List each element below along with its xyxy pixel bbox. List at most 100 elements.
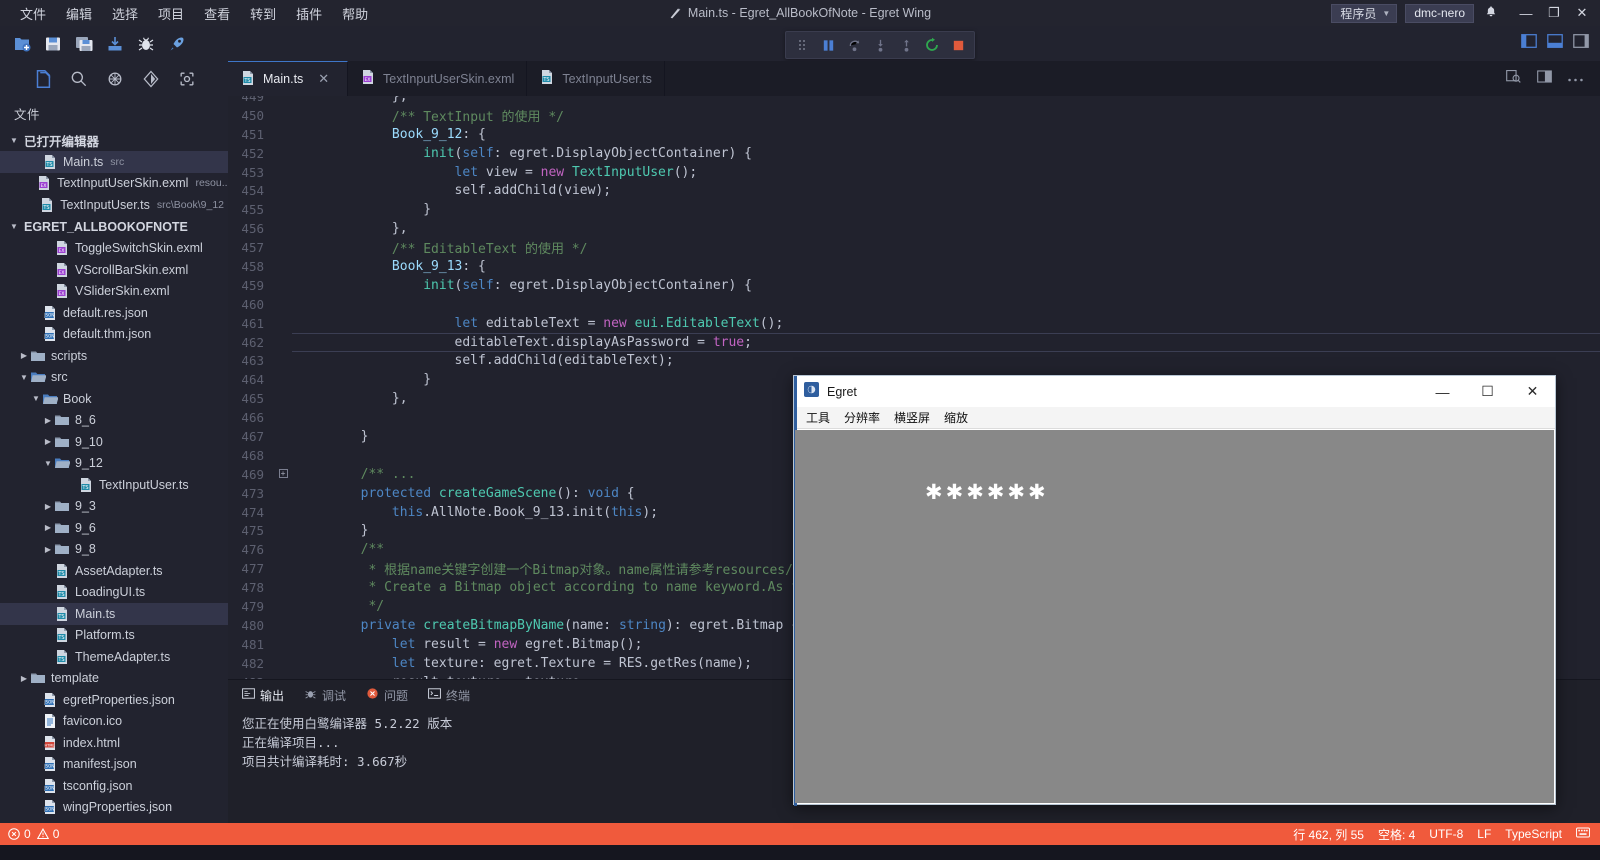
close-button[interactable]: ✕ bbox=[1568, 0, 1596, 26]
step-over-icon[interactable] bbox=[842, 34, 866, 56]
minimize-button[interactable]: — bbox=[1512, 0, 1540, 26]
keyboard-icon[interactable] bbox=[1576, 827, 1590, 841]
error-count[interactable]: 0 bbox=[8, 827, 31, 841]
egret-menu-item-0[interactable]: 工具 bbox=[800, 407, 836, 428]
menu-item-5[interactable]: 转到 bbox=[240, 1, 286, 26]
tree-file[interactable]: ▶EXTextInputUserSkin.exmlresou... bbox=[0, 173, 228, 195]
tree-file[interactable]: ▶TSMain.ts bbox=[0, 603, 228, 625]
tree-file[interactable]: ▶HTMLindex.html bbox=[0, 732, 228, 754]
toggle-right-sidebar-icon[interactable] bbox=[1572, 32, 1590, 55]
notification-bell-icon[interactable] bbox=[1484, 5, 1498, 22]
extensions-icon[interactable] bbox=[102, 66, 128, 92]
warning-count[interactable]: 0 bbox=[36, 827, 59, 841]
tree-file[interactable]: ▶TSLoadingUI.ts bbox=[0, 582, 228, 604]
tree-file[interactable]: ▶JSONegretProperties.json bbox=[0, 689, 228, 711]
tree-file[interactable]: ▶EXToggleSwitchSkin.exml bbox=[0, 238, 228, 260]
menu-item-3[interactable]: 项目 bbox=[148, 1, 194, 26]
new-file-icon[interactable] bbox=[8, 30, 36, 58]
egret-menu-item-2[interactable]: 横竖屏 bbox=[888, 407, 936, 428]
tree-file[interactable]: ▶TSTextInputUser.ts bbox=[0, 474, 228, 496]
search-icon[interactable] bbox=[66, 66, 92, 92]
eol-setting[interactable]: LF bbox=[1477, 827, 1491, 841]
user-badge[interactable]: dmc-nero bbox=[1405, 3, 1474, 23]
tree-folder[interactable]: ▶ 9_8 bbox=[0, 539, 228, 561]
tree-file[interactable]: ▶EXVSliderSkin.exml bbox=[0, 281, 228, 303]
tree-section-0[interactable]: ▼ 已打开编辑器 bbox=[0, 129, 228, 151]
step-out-icon[interactable] bbox=[894, 34, 918, 56]
menu-item-2[interactable]: 选择 bbox=[102, 1, 148, 26]
editor-tab-2[interactable]: TS TextInputUser.ts bbox=[527, 61, 665, 96]
tree-file[interactable]: ▶JSONdefault.thm.json bbox=[0, 324, 228, 346]
more-actions-icon[interactable] bbox=[1567, 70, 1584, 88]
drag-handle-icon[interactable] bbox=[790, 34, 814, 56]
editor-tab-0[interactable]: TS Main.ts ✕ bbox=[228, 61, 348, 96]
indentation-setting[interactable]: 空格: 4 bbox=[1378, 826, 1415, 843]
tree-folder[interactable]: ▶ 9_6 bbox=[0, 517, 228, 539]
cursor-position[interactable]: 行 462, 列 55 bbox=[1293, 826, 1364, 843]
tree-file[interactable]: ▶favicon.ico bbox=[0, 711, 228, 733]
tree-folder[interactable]: ▶ 9_3 bbox=[0, 496, 228, 518]
tree-file[interactable]: ▶EXVScrollBarSkin.exml bbox=[0, 259, 228, 281]
menu-item-4[interactable]: 查看 bbox=[194, 1, 240, 26]
panel-tab-问题[interactable]: 问题 bbox=[366, 687, 408, 704]
folder-icon bbox=[54, 498, 70, 514]
menu-item-7[interactable]: 帮助 bbox=[332, 1, 378, 26]
chevron-down-icon: ▼ bbox=[10, 135, 18, 145]
tree-file[interactable]: ▶JSONmanifest.json bbox=[0, 754, 228, 776]
save-icon[interactable] bbox=[39, 30, 67, 58]
tree-item-label: 9_3 bbox=[75, 499, 96, 514]
tree-folder[interactable]: ▶ template bbox=[0, 668, 228, 690]
split-editor-icon[interactable] bbox=[1536, 68, 1553, 90]
egret-preview-window[interactable]: Egret — ☐ ✕ 工具 分辨率 横竖屏 缩放 ✱✱✱✱✱✱ bbox=[793, 375, 1556, 806]
step-into-icon[interactable] bbox=[868, 34, 892, 56]
editor-tab-1[interactable]: EX TextInputUserSkin.exml bbox=[348, 61, 528, 96]
run-icon[interactable] bbox=[163, 30, 191, 58]
tree-file[interactable]: ▶TSMain.tssrc bbox=[0, 151, 228, 173]
toggle-panel-icon[interactable] bbox=[1546, 32, 1564, 55]
tree-file[interactable]: ▶TSThemeAdapter.ts bbox=[0, 646, 228, 668]
tree-folder[interactable]: ▼ Book bbox=[0, 388, 228, 410]
restart-icon[interactable] bbox=[920, 34, 944, 56]
tree-file[interactable]: ▶JSONtsconfig.json bbox=[0, 775, 228, 797]
tree-file[interactable]: ▶TSAssetAdapter.ts bbox=[0, 560, 228, 582]
source-control-icon[interactable] bbox=[138, 66, 164, 92]
tree-folder[interactable]: ▼ 9_12 bbox=[0, 453, 228, 475]
pause-icon[interactable] bbox=[816, 34, 840, 56]
egret-maximize-button[interactable]: ☐ bbox=[1465, 376, 1510, 407]
debug-icon[interactable] bbox=[174, 66, 200, 92]
panel-tab-调试[interactable]: 调试 bbox=[304, 687, 346, 704]
open-preview-icon[interactable] bbox=[1505, 68, 1522, 90]
tree-file[interactable]: ▶TSTextInputUser.tssrc\Book\9_12 bbox=[0, 194, 228, 216]
maximize-button[interactable]: ❐ bbox=[1540, 0, 1568, 26]
tree-section-1[interactable]: ▼ EGRET_ALLBOOKOFNOTE bbox=[0, 216, 228, 238]
tree-folder[interactable]: ▶ scripts bbox=[0, 345, 228, 367]
egret-close-button[interactable]: ✕ bbox=[1510, 376, 1555, 407]
toggle-sidebar-icon[interactable] bbox=[1520, 32, 1538, 55]
language-mode[interactable]: TypeScript bbox=[1505, 827, 1562, 841]
panel-tab-终端[interactable]: 终端 bbox=[428, 687, 470, 704]
tree-folder[interactable]: ▶ 8_6 bbox=[0, 410, 228, 432]
menu-item-0[interactable]: 文件 bbox=[10, 1, 56, 26]
tree-item-label: favicon.ico bbox=[63, 714, 123, 729]
save-all-icon[interactable] bbox=[70, 30, 98, 58]
close-tab-icon[interactable]: ✕ bbox=[318, 71, 329, 87]
egret-canvas[interactable]: ✱✱✱✱✱✱ bbox=[795, 430, 1554, 803]
fold-expand-icon[interactable]: + bbox=[274, 469, 292, 479]
menu-item-6[interactable]: 插件 bbox=[286, 1, 332, 26]
egret-minimize-button[interactable]: — bbox=[1420, 376, 1465, 407]
tree-file[interactable]: ▶JSONdefault.res.json bbox=[0, 302, 228, 324]
egret-menu-item-3[interactable]: 缩放 bbox=[938, 407, 974, 428]
tree-folder[interactable]: ▼ src bbox=[0, 367, 228, 389]
tree-file[interactable]: ▶JSONwingProperties.json bbox=[0, 797, 228, 819]
stop-icon[interactable] bbox=[946, 34, 970, 56]
menu-item-1[interactable]: 编辑 bbox=[56, 1, 102, 26]
encoding-setting[interactable]: UTF-8 bbox=[1429, 827, 1463, 841]
bug-icon[interactable] bbox=[132, 30, 160, 58]
explorer-icon[interactable] bbox=[30, 66, 56, 92]
egret-menu-item-1[interactable]: 分辨率 bbox=[838, 407, 886, 428]
tree-file[interactable]: ▶TSPlatform.ts bbox=[0, 625, 228, 647]
role-dropdown[interactable]: 程序员 ▼ bbox=[1331, 3, 1398, 23]
tree-folder[interactable]: ▶ 9_10 bbox=[0, 431, 228, 453]
panel-tab-输出[interactable]: 输出 bbox=[242, 687, 284, 704]
publish-icon[interactable] bbox=[101, 30, 129, 58]
